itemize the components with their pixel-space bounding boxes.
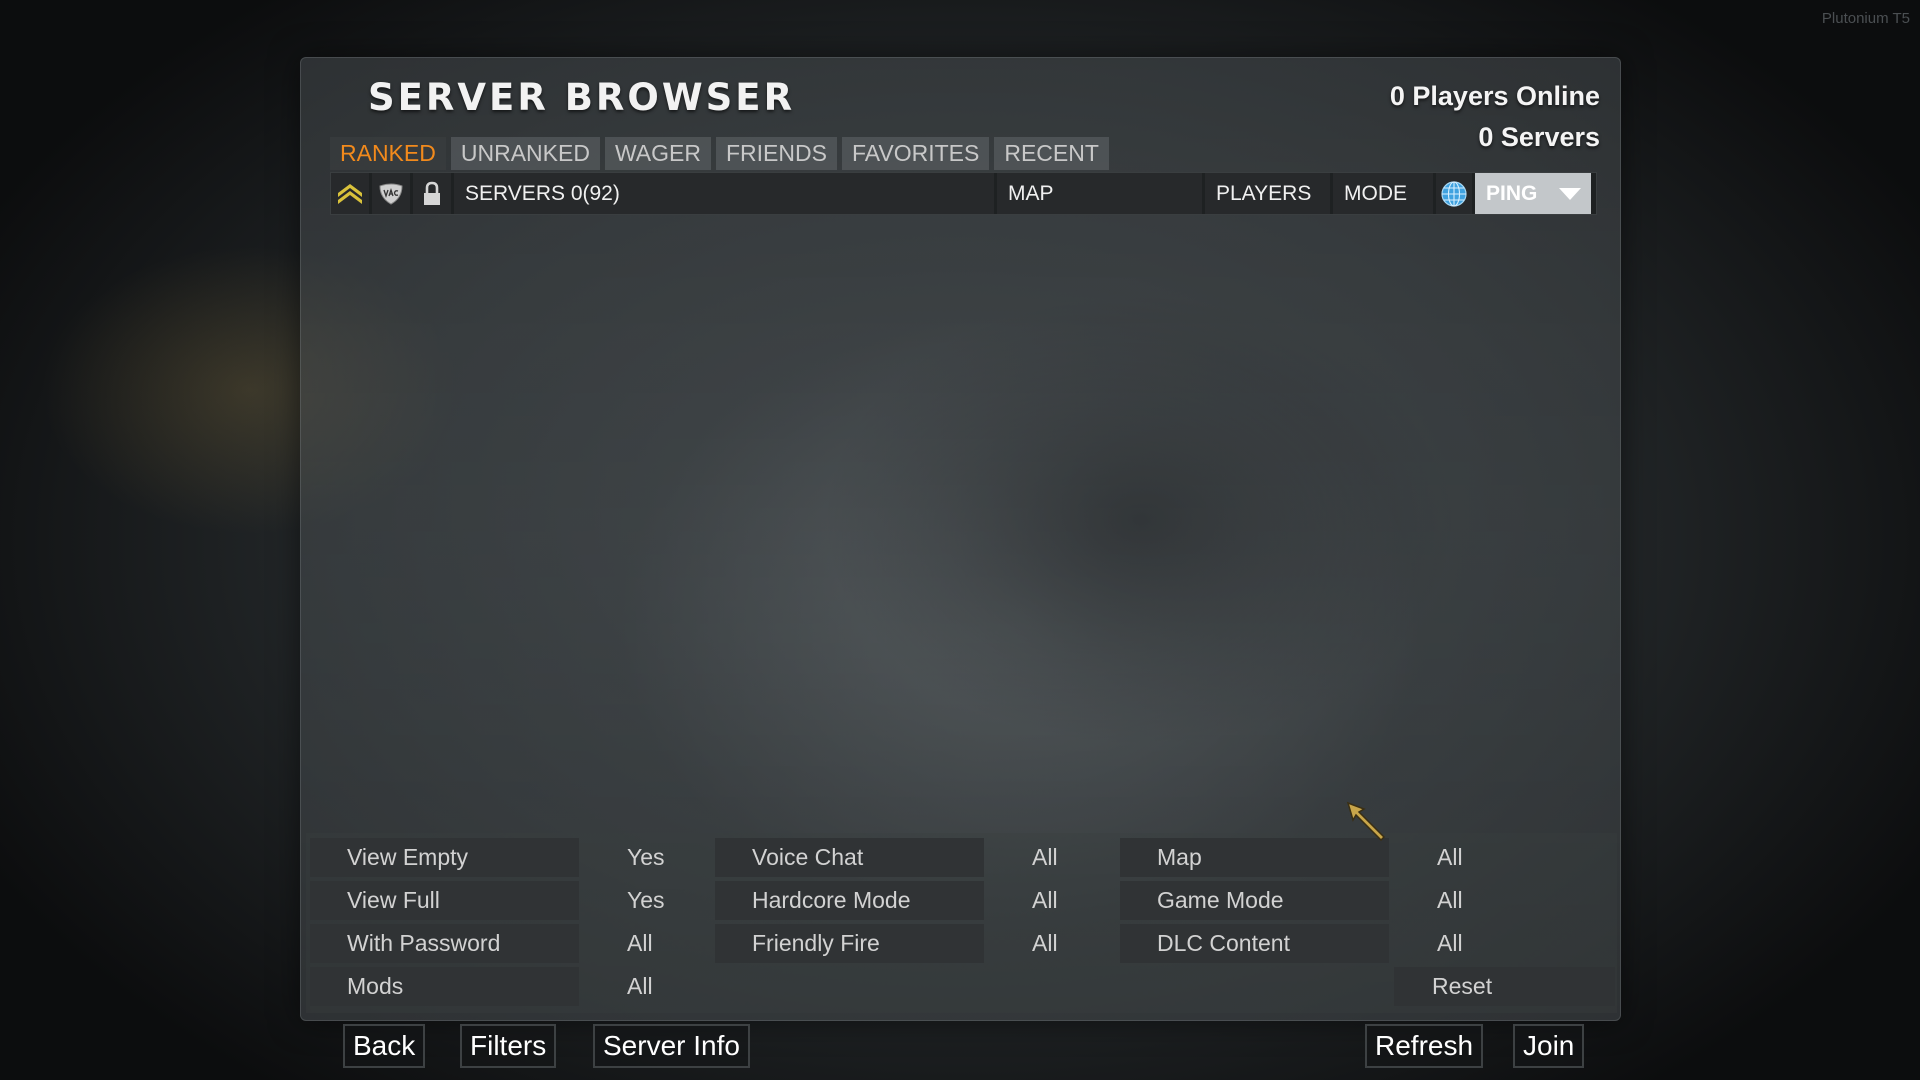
online-stats: 0 Players Online 0 Servers [1390, 76, 1600, 158]
tab-favorites[interactable]: FAVORITES [841, 137, 990, 170]
sort-vac-button[interactable] [372, 173, 410, 214]
tab-unranked[interactable]: UNRANKED [450, 137, 600, 170]
filter-game-mode-label[interactable]: Game Mode [1120, 881, 1389, 920]
players-online-count: 0 Players Online [1389, 81, 1600, 111]
filter-view-empty-value[interactable]: Yes [627, 838, 665, 877]
column-ping-label: PING [1486, 181, 1538, 205]
vac-icon [379, 183, 403, 205]
server-list-header: SERVERS 0(92) MAP PLAYERS MODE PING [330, 172, 1597, 215]
filter-dlc-content-label[interactable]: DLC Content [1120, 924, 1389, 963]
sort-rank-button[interactable] [331, 173, 369, 214]
filter-mods-value[interactable]: All [627, 967, 653, 1006]
tab-friends[interactable]: FRIENDS [715, 137, 837, 170]
filter-with-password-label[interactable]: With Password [310, 924, 579, 963]
column-mode[interactable]: MODE [1333, 173, 1433, 214]
tab-ranked[interactable]: RANKED [330, 137, 446, 170]
mouse-cursor-icon [1346, 801, 1386, 841]
filters-button[interactable]: Filters [460, 1024, 557, 1068]
sort-region-button[interactable] [1436, 173, 1472, 214]
sort-password-button[interactable] [413, 173, 451, 214]
filter-with-password-value[interactable]: All [627, 924, 653, 963]
filter-view-full-label[interactable]: View Full [310, 881, 579, 920]
column-servers[interactable]: SERVERS 0(92) [454, 173, 994, 214]
filter-hardcore-mode-value[interactable]: All [1032, 881, 1058, 920]
server-info-button[interactable]: Server Info [593, 1024, 750, 1068]
back-button[interactable]: Back [343, 1024, 426, 1068]
filter-friendly-fire-value[interactable]: All [1032, 924, 1058, 963]
filter-view-empty-label[interactable]: View Empty [310, 838, 579, 877]
reset-filters-button[interactable]: Reset [1394, 967, 1615, 1006]
column-players[interactable]: PLAYERS [1205, 173, 1330, 214]
globe-icon [1441, 180, 1467, 207]
lock-icon [424, 181, 440, 205]
refresh-button[interactable]: Refresh [1365, 1024, 1484, 1068]
tab-wager[interactable]: WAGER [604, 137, 711, 170]
rank-chevron-icon [338, 183, 362, 204]
filter-dlc-content-value[interactable]: All [1437, 924, 1463, 963]
column-ping[interactable]: PING [1475, 173, 1591, 214]
filter-view-full-value[interactable]: Yes [627, 881, 665, 920]
filter-game-mode-value[interactable]: All [1437, 881, 1463, 920]
filter-map-label[interactable]: Map [1120, 838, 1389, 877]
filter-voice-chat-value[interactable]: All [1032, 838, 1058, 877]
tab-bar: RANKED UNRANKED WAGER FRIENDS FAVORITES … [330, 137, 1109, 170]
servers-count: 0 Servers [1478, 122, 1600, 152]
server-browser-panel: SERVER BROWSER 0 Players Online 0 Server… [300, 57, 1621, 1021]
filter-map-value[interactable]: All [1437, 838, 1463, 877]
tab-recent[interactable]: RECENT [994, 137, 1109, 170]
filter-hardcore-mode-label[interactable]: Hardcore Mode [715, 881, 984, 920]
filter-panel: View Empty Yes Voice Chat All Map All Vi… [306, 833, 1617, 1013]
filter-friendly-fire-label[interactable]: Friendly Fire [715, 924, 984, 963]
column-map[interactable]: MAP [997, 173, 1202, 214]
filter-voice-chat-label[interactable]: Voice Chat [715, 838, 984, 877]
page-title: SERVER BROWSER [368, 76, 796, 119]
chevron-down-icon [1559, 187, 1581, 200]
corner-label: Plutonium T5 [1821, 10, 1910, 27]
filter-mods-label[interactable]: Mods [310, 967, 579, 1006]
join-button[interactable]: Join [1513, 1024, 1585, 1068]
